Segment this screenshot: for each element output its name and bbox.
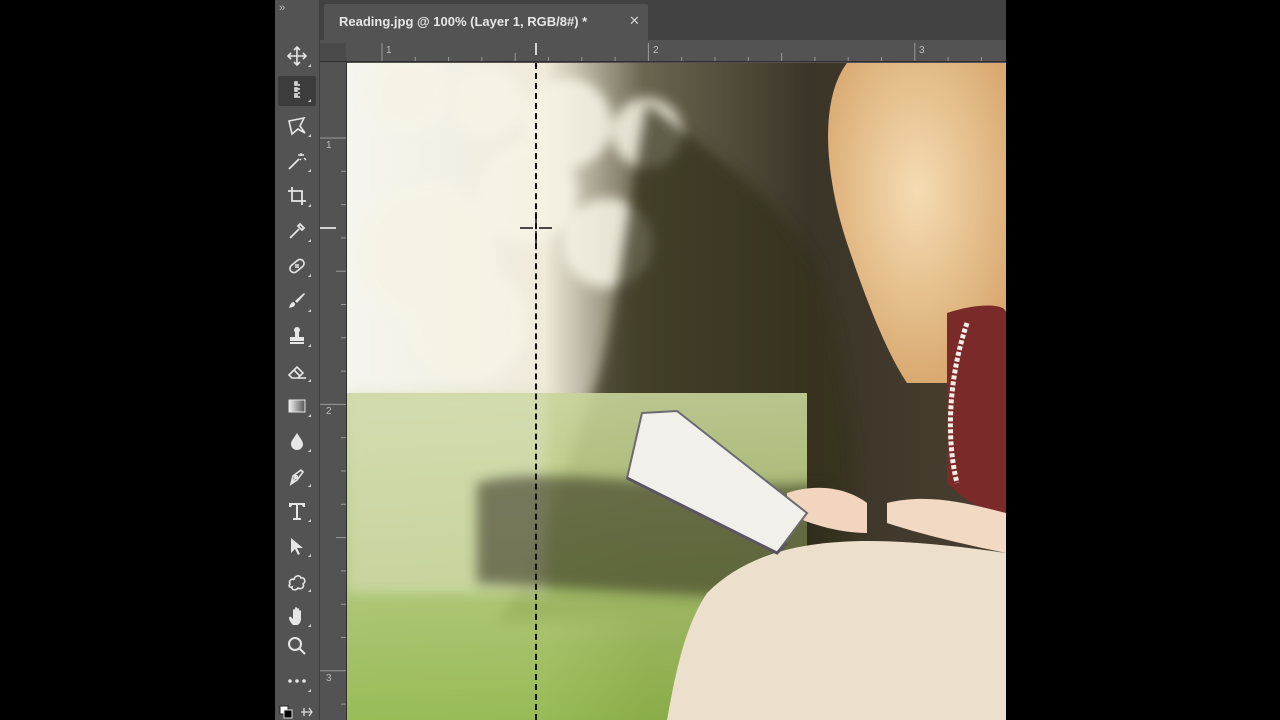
more-tools-icon [288,679,306,683]
tools-panel: ›› [275,0,320,720]
crosshair-cursor-icon [520,212,552,244]
pen-tool-button[interactable] [278,461,316,491]
magic-wand-tool-button[interactable] [278,146,316,176]
crop-tool-button[interactable] [278,181,316,211]
brush-tool-button[interactable] [278,286,316,316]
ruler-origin[interactable] [320,43,347,62]
vertical-ruler-ticks [320,137,346,705]
crop-tool-icon [288,187,306,205]
polygonal-lasso-tool-button[interactable] [278,111,316,141]
magic-wand-tool-icon [288,153,307,170]
type-tool-button[interactable] [278,496,316,526]
brush-tool-icon [289,293,305,308]
reading-photo [347,63,1006,720]
single-column-marquee-tool-button[interactable] [278,76,316,106]
photoshop-window: ›› Reading.jpg @ 100% (Layer 1, RGB/8#) … [275,0,1006,720]
close-tab-icon[interactable]: ✕ [629,13,640,29]
move-tool-icon [286,45,308,67]
document-tab[interactable]: Reading.jpg @ 100% (Layer 1, RGB/8#) * ✕ [324,4,648,40]
selection-marquee-line [535,63,537,720]
blur-tool-icon [291,433,303,450]
horizontal-ruler[interactable]: 1 2 3 [346,43,1006,62]
zoom-tool-icon [288,637,306,655]
eraser-tool-button[interactable] [278,356,316,386]
type-tool-icon [289,503,305,520]
healing-brush-tool-button[interactable] [278,251,316,281]
ruler-label: 2 [653,45,659,56]
hand-tool-button[interactable] [278,601,316,631]
ruler-label: 2 [326,406,332,417]
healing-brush-tool-icon [289,258,305,274]
clone-stamp-tool-button[interactable] [278,321,316,351]
custom-shape-tool-button[interactable] [278,566,316,596]
move-tool-button[interactable] [278,41,316,71]
eyedropper-tool-button[interactable] [278,216,316,246]
path-selection-tool-button[interactable] [278,531,316,561]
ruler-label: 3 [326,673,332,684]
clone-stamp-tool-icon [290,327,304,344]
polygonal-lasso-tool-icon [288,116,306,136]
document-canvas[interactable] [347,63,1006,720]
ruler-label: 1 [326,140,332,151]
single-column-marquee-tool-icon [294,81,300,98]
ruler-label: 1 [386,45,392,56]
collapse-panel-button[interactable]: ›› [279,2,285,14]
path-selection-tool-icon [291,538,303,555]
hand-tool-icon [289,607,301,625]
horizontal-ruler-ticks [381,43,982,61]
custom-shape-tool-icon [288,575,306,591]
eraser-tool-icon [287,365,306,379]
pen-tool-icon [289,468,305,486]
foreground-background-colors-icon[interactable] [279,702,315,720]
blur-tool-button[interactable] [278,426,316,456]
eyedropper-tool-icon [289,222,306,239]
document-tab-title: Reading.jpg @ 100% (Layer 1, RGB/8#) * [339,14,588,29]
gradient-tool-icon [288,399,306,413]
more-tools-button[interactable] [278,666,316,696]
ruler-label: 3 [919,45,925,56]
zoom-tool-button[interactable] [278,631,316,661]
document-tab-bar: Reading.jpg @ 100% (Layer 1, RGB/8#) * ✕ [320,0,1006,40]
vertical-ruler[interactable]: 1 2 3 [320,62,347,720]
gradient-tool-button[interactable] [278,391,316,421]
